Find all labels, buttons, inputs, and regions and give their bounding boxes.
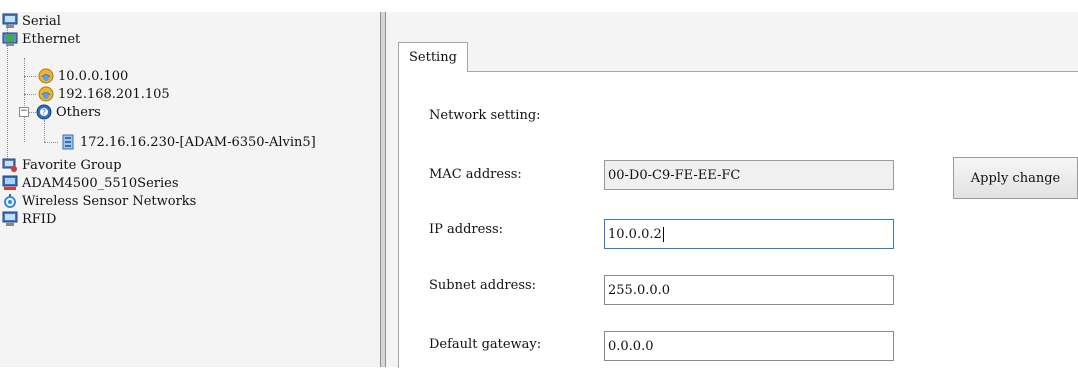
mac-address-field[interactable]: 00-D0-C9-FE-EE-FC: [604, 160, 894, 190]
serial-computer-icon: [2, 13, 18, 29]
tree-guide-line: [44, 120, 45, 142]
ip-address-field[interactable]: 10.0.0.2: [604, 219, 894, 249]
subnet-address-label: Subnet address:: [429, 278, 537, 293]
tree-item-label: Wireless Sensor Networks: [22, 193, 197, 209]
tree-item-label: Others: [56, 104, 101, 120]
tree-guide-line: [28, 112, 36, 113]
default-gateway-field[interactable]: 0.0.0.0: [604, 331, 894, 361]
settings-panel: Setting Network setting: Apply change MA…: [386, 12, 1078, 368]
tree-guide-line: [24, 76, 36, 77]
tree-item-label: Favorite Group: [22, 157, 122, 173]
tree-item-adam4500-5510series[interactable]: ADAM4500_5510Series: [2, 174, 179, 192]
wireless-sensor-icon: [2, 193, 18, 209]
adam-series-icon: [2, 175, 18, 191]
tree-item-label: Ethernet: [22, 31, 81, 47]
tree-item-rfid[interactable]: RFID: [2, 210, 56, 228]
tab-setting[interactable]: Setting: [398, 42, 468, 72]
text-caret: [662, 226, 664, 242]
tree-item-label: RFID: [22, 211, 57, 227]
tab-label: Setting: [409, 50, 457, 65]
others-collapse-toggle[interactable]: −: [19, 107, 29, 117]
setting-tab-page: Network setting: Apply change MAC addres…: [398, 71, 1078, 368]
rfid-computer-icon: [2, 211, 18, 227]
tree-item-label: 10.0.0.100: [58, 68, 129, 84]
tree-guide-line: [24, 94, 36, 95]
tree-item-wireless-sensor-networks[interactable]: Wireless Sensor Networks: [2, 192, 196, 210]
tree-item-adam-6350[interactable]: 172.16.16.230-[ADAM-6350-Alvin5]: [60, 133, 316, 151]
tree-item-10-0-0-100[interactable]: 10.0.0.100: [38, 67, 128, 85]
subnet-address-value: 255.0.0.0: [608, 282, 671, 298]
tree-item-label: ADAM4500_5510Series: [22, 175, 179, 191]
network-device-icon: [38, 86, 54, 102]
ethernet-globe-icon: [2, 31, 18, 47]
mac-address-value: 00-D0-C9-FE-EE-FC: [608, 167, 741, 183]
tree-item-ethernet[interactable]: Ethernet: [2, 30, 80, 48]
default-gateway-value: 0.0.0.0: [608, 338, 654, 354]
default-gateway-label: Default gateway:: [429, 337, 542, 352]
tree-guide-line: [44, 142, 58, 143]
ip-address-value: 10.0.0.2: [608, 226, 662, 242]
tree-guide-line: [24, 58, 25, 142]
favorite-group-icon: [2, 157, 18, 173]
svg-text:?: ?: [42, 108, 46, 117]
tree-item-favorite-group[interactable]: Favorite Group: [2, 156, 122, 174]
apply-change-button[interactable]: Apply change: [953, 157, 1078, 199]
tree-item-192-168-201-105[interactable]: 192.168.201.105: [38, 85, 170, 103]
tree-item-label: Serial: [22, 13, 61, 29]
mac-address-label: MAC address:: [429, 167, 522, 182]
subnet-address-field[interactable]: 255.0.0.0: [604, 275, 894, 305]
device-tree-panel: − Serial Ethernet 10.0.0.100 192.168.201…: [0, 12, 381, 367]
network-setting-heading: Network setting:: [429, 108, 541, 123]
question-globe-icon: ?: [36, 104, 52, 120]
tree-item-label: 192.168.201.105: [58, 86, 170, 102]
tree-item-others[interactable]: ? Others: [36, 103, 101, 121]
network-device-icon: [38, 68, 54, 84]
ip-address-label: IP address:: [429, 222, 504, 237]
tree-item-label: 172.16.16.230-[ADAM-6350-Alvin5]: [80, 134, 316, 150]
tree-item-serial[interactable]: Serial: [2, 12, 61, 30]
adam-module-icon: [60, 134, 76, 150]
